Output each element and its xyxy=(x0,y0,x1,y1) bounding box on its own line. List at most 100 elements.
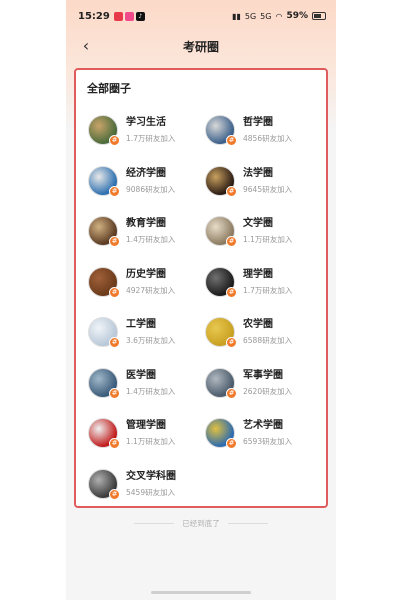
circle-name: 文学圈 xyxy=(243,218,273,230)
back-icon[interactable]: ‹ xyxy=(76,36,96,56)
circle-badge-icon: # xyxy=(109,236,120,248)
circle-item[interactable]: # 法学圈 9645研友加入 xyxy=(201,156,318,207)
circle-badge-icon: # xyxy=(226,387,237,399)
status-indicators: ▮▮ 5G 5G ◠ 59% xyxy=(232,11,326,21)
circle-member-count: 1.1万研友加入 xyxy=(243,235,293,245)
circle-name: 交叉学科圈 xyxy=(126,470,176,482)
status-bar: 15:29 ♪ ▮▮ 5G 5G ◠ 59% xyxy=(66,0,336,32)
circle-badge-icon: # xyxy=(226,135,237,147)
all-circles-card: 全部圈子 # 学习生活 1.7万研友加入 # 哲学圈 4856研友加入 # 经济学圈 9086研… xyxy=(74,68,328,508)
circle-badge-icon: # xyxy=(109,286,120,298)
circle-badge-icon: # xyxy=(226,438,237,450)
network-label-1: 5G xyxy=(244,11,257,21)
signal-icon: ▮▮ xyxy=(232,11,241,21)
circle-badge-icon: # xyxy=(226,286,237,298)
circle-item[interactable]: # 工学圈 3.6万研友加入 xyxy=(84,307,201,358)
circle-member-count: 1.1万研友加入 xyxy=(126,437,176,447)
divider-left xyxy=(134,523,175,524)
app-icon-red xyxy=(113,11,123,21)
circle-badge-icon: # xyxy=(109,387,120,399)
circle-info: 文学圈 1.1万研友加入 xyxy=(243,216,292,246)
circle-name: 医学圈 xyxy=(126,369,156,381)
circle-item[interactable]: # 艺术学圈 6593研友加入 xyxy=(201,408,318,459)
divider-right xyxy=(227,523,268,524)
network-label-2: 5G xyxy=(260,11,272,21)
circle-avatar: # xyxy=(205,418,237,450)
circle-member-count: 1.7万研友加入 xyxy=(126,134,176,144)
circle-info: 军事学圈 2620研友加入 xyxy=(243,368,292,398)
circle-member-count: 4856研友加入 xyxy=(243,134,293,144)
circle-info: 教育学圈 1.4万研友加入 xyxy=(126,216,175,246)
circle-member-count: 1.7万研友加入 xyxy=(243,285,293,295)
circle-member-count: 1.4万研友加入 xyxy=(126,235,176,245)
circle-info: 理学圈 1.7万研友加入 xyxy=(243,267,292,297)
circle-info: 艺术学圈 6593研友加入 xyxy=(243,418,292,448)
circle-info: 哲学圈 4856研友加入 xyxy=(243,115,292,145)
circle-avatar: # xyxy=(205,115,237,147)
circle-info: 农学圈 6588研友加入 xyxy=(243,317,292,347)
status-time: 15:29 xyxy=(78,10,110,22)
wifi-icon: ◠ xyxy=(275,11,283,21)
end-of-list: 已经到底了 xyxy=(66,518,336,529)
circle-member-count: 6593研友加入 xyxy=(243,437,293,447)
circle-item[interactable]: # 医学圈 1.4万研友加入 xyxy=(84,358,201,409)
circle-name: 经济学圈 xyxy=(126,167,166,179)
circle-name: 军事学圈 xyxy=(243,369,283,381)
circle-member-count: 4927研友加入 xyxy=(126,285,176,295)
circle-item[interactable]: # 经济学圈 9086研友加入 xyxy=(84,156,201,207)
circle-avatar: # xyxy=(88,115,120,147)
circle-name: 学习生活 xyxy=(126,117,166,129)
circle-member-count: 6588研友加入 xyxy=(243,336,293,346)
circle-item[interactable]: # 交叉学科圈 5459研友加入 xyxy=(84,459,201,510)
circle-avatar: # xyxy=(88,216,120,248)
circle-avatar: # xyxy=(205,216,237,248)
battery-icon xyxy=(312,12,326,20)
circle-name: 哲学圈 xyxy=(243,117,273,129)
circle-avatar: # xyxy=(205,317,237,349)
phone-screen: 15:29 ♪ ▮▮ 5G 5G ◠ 59% ‹ 考研圈 全部圈子 # 学习生活 1… xyxy=(66,0,336,600)
circle-member-count: 1.4万研友加入 xyxy=(126,386,176,396)
circle-info: 工学圈 3.6万研友加入 xyxy=(126,317,175,347)
circle-item[interactable]: # 文学圈 1.1万研友加入 xyxy=(201,206,318,257)
circle-member-count: 5459研友加入 xyxy=(126,487,176,497)
circle-name: 艺术学圈 xyxy=(243,420,283,432)
circle-avatar: # xyxy=(88,165,120,197)
circle-item[interactable]: # 历史学圈 4927研友加入 xyxy=(84,257,201,308)
circle-name: 历史学圈 xyxy=(126,268,166,280)
circle-badge-icon: # xyxy=(109,438,120,450)
circle-name: 管理学圈 xyxy=(126,420,166,432)
battery-percent: 59% xyxy=(286,11,308,21)
nav-bar: ‹ 考研圈 xyxy=(66,32,336,60)
circle-badge-icon: # xyxy=(109,185,120,197)
circle-item[interactable]: # 管理学圈 1.1万研友加入 xyxy=(84,408,201,459)
circle-badge-icon: # xyxy=(226,337,237,349)
circle-info: 学习生活 1.7万研友加入 xyxy=(126,115,175,145)
circle-avatar: # xyxy=(205,266,237,298)
circle-item[interactable]: # 理学圈 1.7万研友加入 xyxy=(201,257,318,308)
circle-avatar: # xyxy=(88,266,120,298)
circle-avatar: # xyxy=(88,418,120,450)
end-text: 已经到底了 xyxy=(182,519,220,528)
circle-info: 医学圈 1.4万研友加入 xyxy=(126,368,175,398)
home-indicator[interactable] xyxy=(151,591,251,594)
circle-item[interactable]: # 学习生活 1.7万研友加入 xyxy=(84,105,201,156)
circle-info: 管理学圈 1.1万研友加入 xyxy=(126,418,175,448)
circle-avatar: # xyxy=(88,367,120,399)
circle-item[interactable]: # 教育学圈 1.4万研友加入 xyxy=(84,206,201,257)
page-title: 考研圈 xyxy=(182,39,219,54)
circle-name: 农学圈 xyxy=(243,319,273,331)
circle-item[interactable]: # 哲学圈 4856研友加入 xyxy=(201,105,318,156)
card-title: 全部圈子 xyxy=(87,82,131,95)
circle-grid: # 学习生活 1.7万研友加入 # 哲学圈 4856研友加入 # 经济学圈 9086研友加入 # 法… xyxy=(84,105,318,509)
circle-member-count: 9086研友加入 xyxy=(126,184,176,194)
circle-member-count: 9645研友加入 xyxy=(243,184,293,194)
circle-item[interactable]: # 农学圈 6588研友加入 xyxy=(201,307,318,358)
circle-avatar: # xyxy=(88,468,120,500)
tiktok-icon: ♪ xyxy=(135,11,145,21)
circle-info: 历史学圈 4927研友加入 xyxy=(126,267,175,297)
circle-item[interactable]: # 军事学圈 2620研友加入 xyxy=(201,358,318,409)
circle-avatar: # xyxy=(205,367,237,399)
circle-info: 法学圈 9645研友加入 xyxy=(243,166,292,196)
circle-badge-icon: # xyxy=(109,135,120,147)
circle-badge-icon: # xyxy=(109,337,120,349)
